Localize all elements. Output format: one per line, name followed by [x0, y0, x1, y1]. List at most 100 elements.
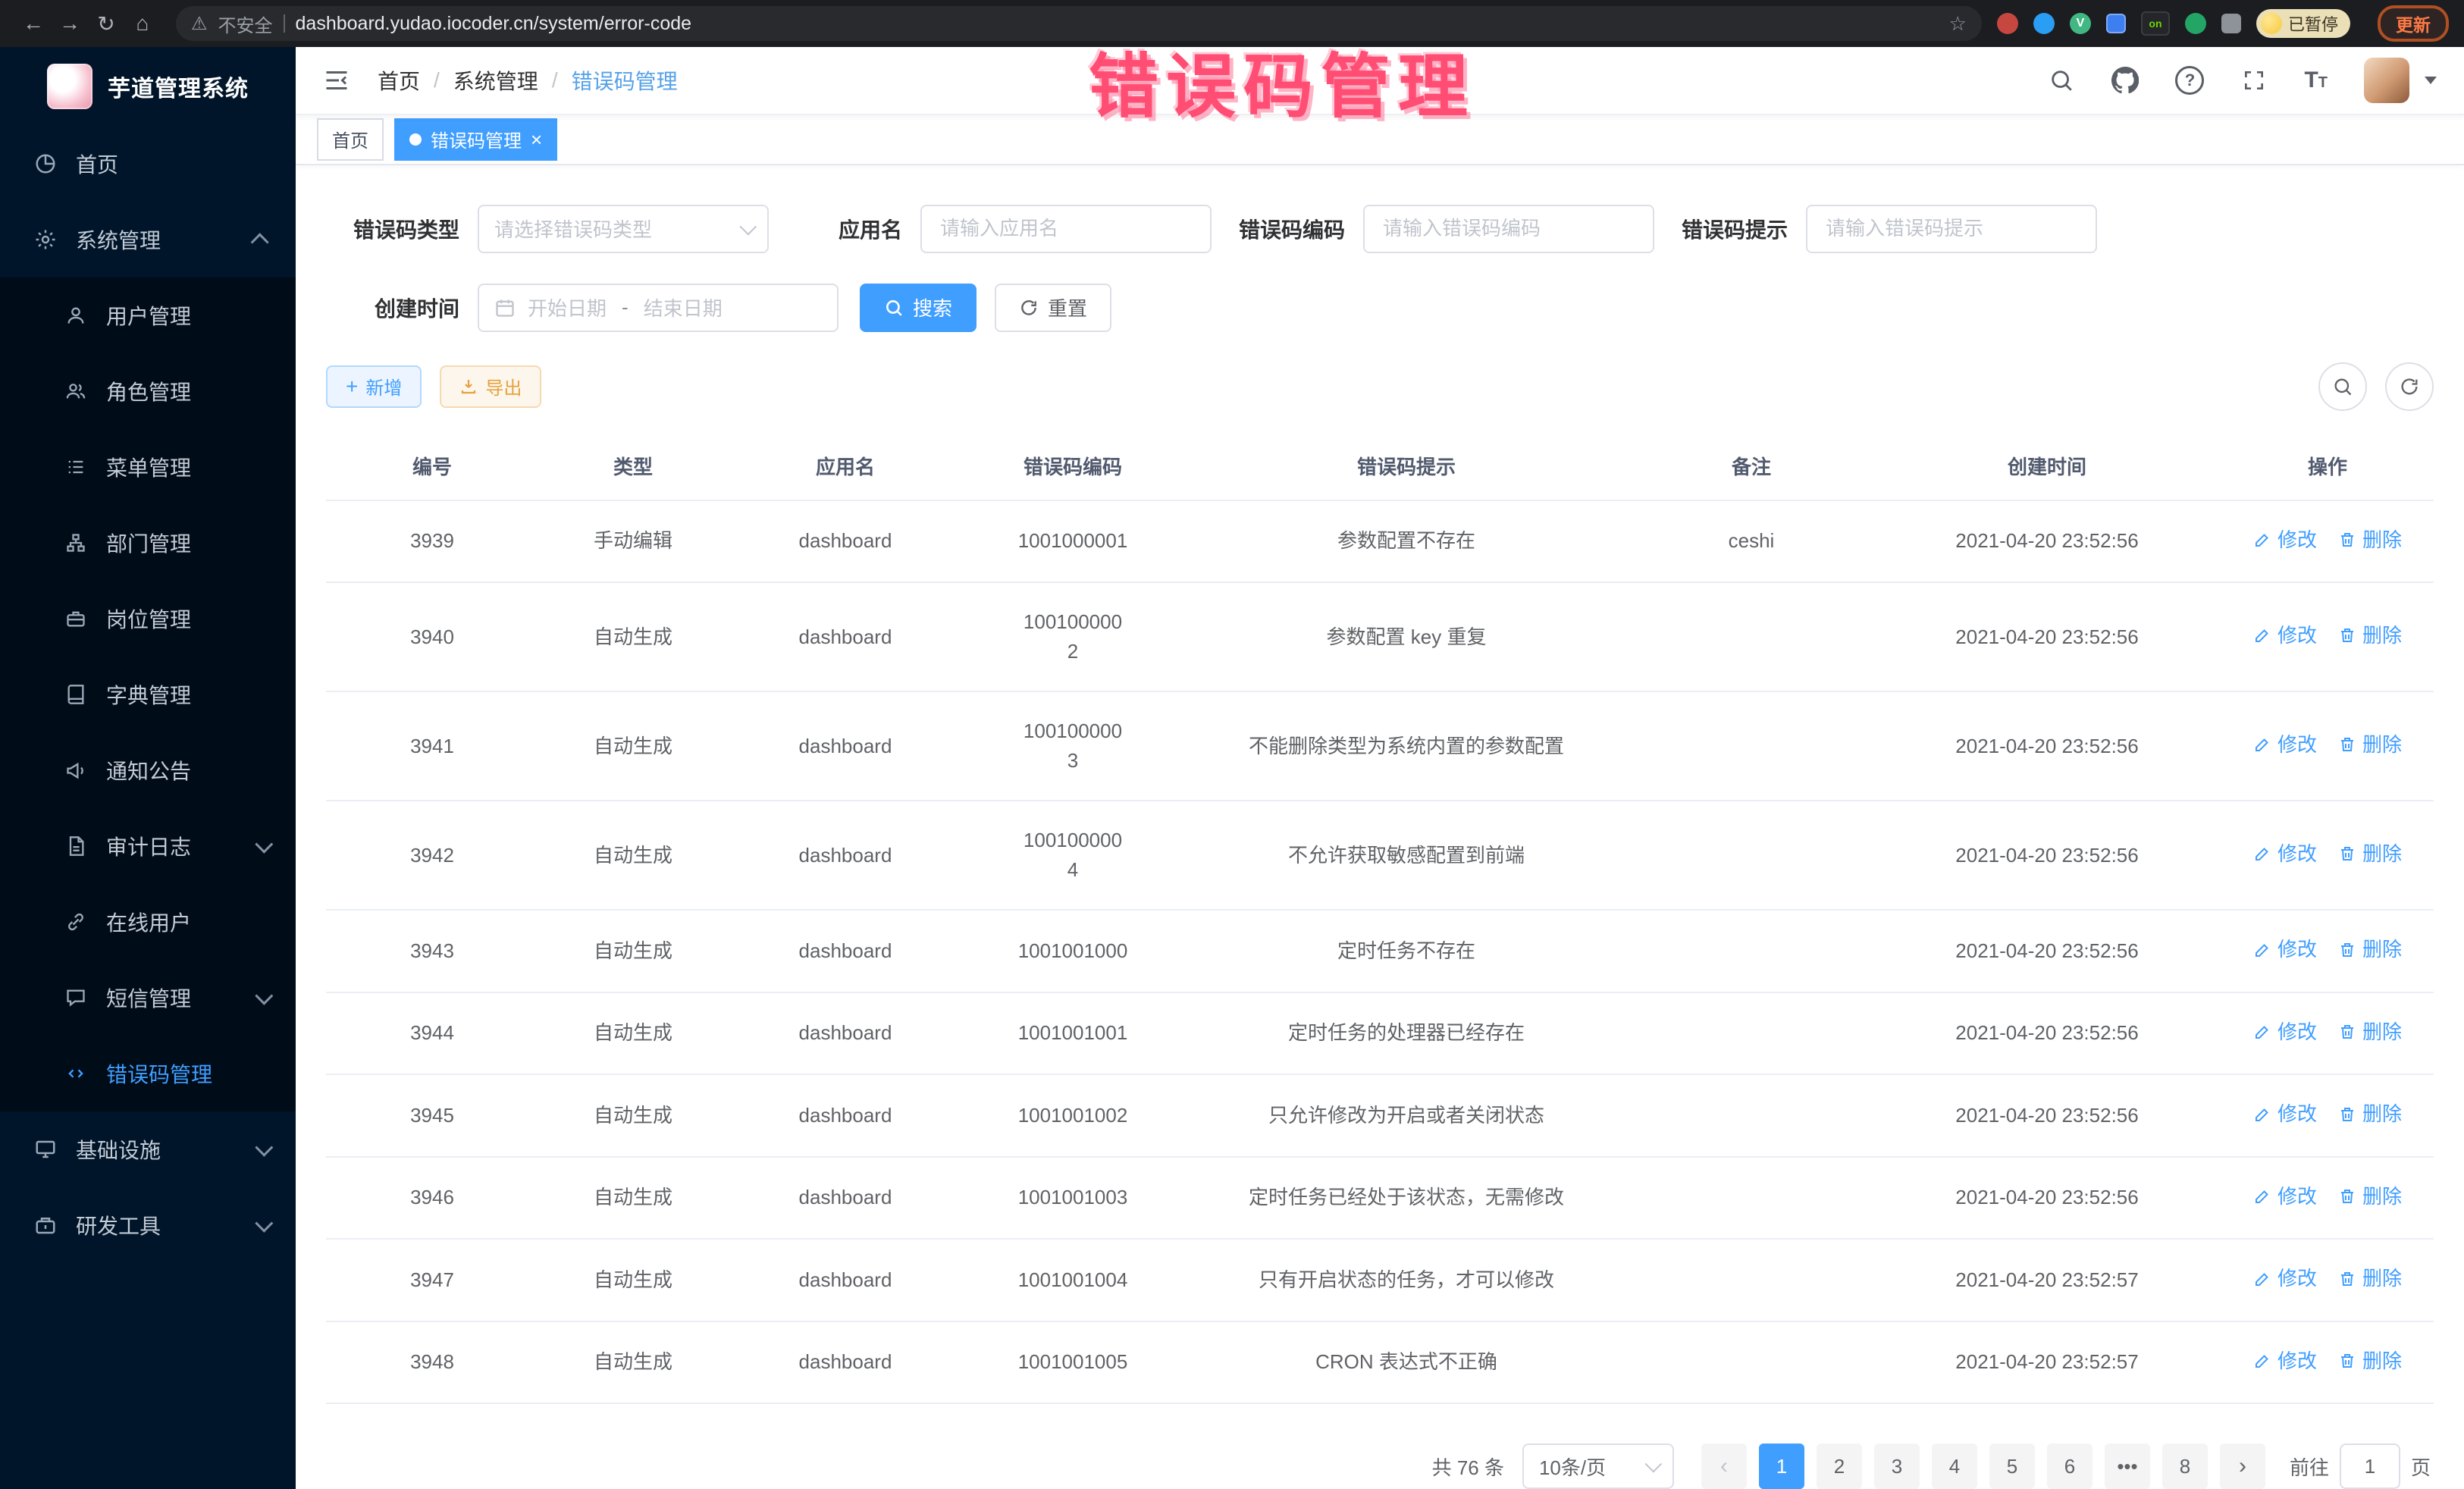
- page-number-button[interactable]: •••: [2105, 1444, 2150, 1489]
- edit-link[interactable]: 修改: [2253, 621, 2317, 650]
- page-number-button[interactable]: 8: [2162, 1444, 2208, 1489]
- hamburger-icon[interactable]: [323, 65, 353, 96]
- github-icon[interactable]: [2111, 67, 2139, 94]
- sidebar-item-departments[interactable]: 部门管理: [0, 505, 296, 581]
- sidebar-item-home[interactable]: 首页: [0, 126, 296, 202]
- vue-devtools-icon[interactable]: V: [2070, 13, 2091, 34]
- app-name-input[interactable]: [937, 215, 1195, 242]
- prev-page-button[interactable]: ‹: [1701, 1444, 1747, 1489]
- sidebar-item-dictionary[interactable]: 字典管理: [0, 657, 296, 732]
- table-row: 3941 自动生成 dashboard 100100000 3 不能删除类型为系…: [326, 691, 2434, 801]
- extension-grid-icon[interactable]: [2106, 14, 2126, 33]
- edit-link[interactable]: 修改: [2253, 1017, 2317, 1047]
- delete-link[interactable]: 删除: [2338, 839, 2402, 869]
- edit-link[interactable]: 修改: [2253, 1346, 2317, 1376]
- delete-link[interactable]: 删除: [2338, 1182, 2402, 1212]
- sidebar-item-system[interactable]: 系统管理: [0, 202, 296, 277]
- sidebar-item-infrastructure[interactable]: 基础设施: [0, 1111, 296, 1187]
- sidebar-item-notices[interactable]: 通知公告: [0, 732, 296, 808]
- page-number-button[interactable]: 3: [1874, 1444, 1920, 1489]
- delete-link[interactable]: 删除: [2338, 525, 2402, 555]
- edit-link[interactable]: 修改: [2253, 839, 2317, 869]
- extension-on-badge[interactable]: on: [2141, 11, 2170, 36]
- sidebar-item-online-users[interactable]: 在线用户: [0, 884, 296, 960]
- book-icon: [64, 682, 88, 707]
- sidebar-item-dev-tools[interactable]: 研发工具: [0, 1187, 296, 1263]
- delete-link[interactable]: 删除: [2338, 1346, 2402, 1376]
- extension-blue-icon[interactable]: [2033, 13, 2055, 34]
- cell-time: 2021-04-20 23:52:56: [1873, 801, 2221, 910]
- browser-back-icon[interactable]: ←: [15, 7, 52, 40]
- sidebar-item-audit-log[interactable]: 审计日志: [0, 808, 296, 884]
- paused-badge[interactable]: 已暂停: [2256, 9, 2350, 38]
- show-search-button[interactable]: [2318, 362, 2367, 411]
- sidebar-item-posts[interactable]: 岗位管理: [0, 581, 296, 657]
- breadcrumb-home[interactable]: 首页: [378, 65, 420, 96]
- browser-home-icon[interactable]: ⌂: [124, 7, 161, 40]
- sidebar-submenu-system: 用户管理 角色管理 菜单管理 部门管理 岗位管理: [0, 277, 296, 1111]
- extension-red-icon[interactable]: [1997, 13, 2018, 34]
- avatar-caret-icon[interactable]: [2425, 77, 2437, 84]
- next-page-button[interactable]: ›: [2220, 1444, 2265, 1489]
- page-number-button[interactable]: 4: [1932, 1444, 1977, 1489]
- close-icon[interactable]: ×: [531, 130, 542, 149]
- page-number-button[interactable]: 1: [1759, 1444, 1804, 1489]
- page-size-select[interactable]: 10条/页: [1522, 1444, 1674, 1489]
- goto-page-input[interactable]: [2340, 1444, 2400, 1489]
- cell-type: 自动生成: [538, 1157, 728, 1240]
- cell-id: 3943: [326, 910, 538, 992]
- delete-link[interactable]: 删除: [2338, 1017, 2402, 1047]
- edit-link[interactable]: 修改: [2253, 1099, 2317, 1129]
- plus-icon: +: [346, 376, 358, 397]
- reset-button[interactable]: 重置: [995, 284, 1111, 332]
- edit-link[interactable]: 修改: [2253, 1264, 2317, 1293]
- sidebar-item-menus[interactable]: 菜单管理: [0, 429, 296, 505]
- browser-forward-icon[interactable]: →: [52, 7, 88, 40]
- sidebar-item-users[interactable]: 用户管理: [0, 277, 296, 353]
- sidebar-item-sms[interactable]: 短信管理: [0, 960, 296, 1036]
- export-button[interactable]: 导出: [440, 365, 541, 408]
- cell-code: 100100000 2: [963, 582, 1183, 691]
- edit-link[interactable]: 修改: [2253, 525, 2317, 555]
- page-number-button[interactable]: 6: [2047, 1444, 2093, 1489]
- help-icon[interactable]: ?: [2175, 66, 2204, 95]
- page-number-button[interactable]: 5: [1989, 1444, 2035, 1489]
- add-button[interactable]: + 新增: [326, 365, 422, 408]
- tab-home[interactable]: 首页: [317, 118, 384, 161]
- delete-link[interactable]: 删除: [2338, 621, 2402, 650]
- bookmark-star-icon[interactable]: ☆: [1949, 12, 1967, 36]
- fullscreen-icon[interactable]: [2240, 67, 2268, 94]
- breadcrumb-system[interactable]: 系统管理: [453, 65, 538, 96]
- edit-link[interactable]: 修改: [2253, 730, 2317, 760]
- refresh-table-button[interactable]: [2385, 362, 2434, 411]
- font-size-icon[interactable]: TT: [2304, 67, 2328, 93]
- cell-app: dashboard: [728, 1074, 963, 1157]
- delete-link[interactable]: 删除: [2338, 730, 2402, 760]
- app-logo[interactable]: 芋道管理系统: [0, 47, 296, 126]
- search-button[interactable]: 搜索: [860, 284, 977, 332]
- search-icon[interactable]: [2048, 67, 2075, 94]
- error-type-select[interactable]: 请选择错误码类型: [478, 205, 769, 253]
- sidebar-item-roles[interactable]: 角色管理: [0, 353, 296, 429]
- puzzle-icon[interactable]: [2221, 14, 2241, 33]
- update-button[interactable]: 更新: [2378, 5, 2449, 42]
- extension-green-icon[interactable]: [2185, 13, 2206, 34]
- chevron-down-icon: [255, 835, 273, 853]
- browser-reload-icon[interactable]: ↻: [88, 7, 124, 40]
- address-bar[interactable]: ⚠ 不安全 dashboard.yudao.iocoder.cn/system/…: [176, 6, 1982, 41]
- page-number-button[interactable]: 2: [1817, 1444, 1862, 1489]
- error-hint-input[interactable]: [1823, 215, 2080, 242]
- delete-link[interactable]: 删除: [2338, 935, 2402, 964]
- date-range-picker[interactable]: 开始日期 - 结束日期: [478, 284, 839, 332]
- error-code-input[interactable]: [1380, 215, 1638, 242]
- sidebar-item-label: 用户管理: [106, 300, 191, 331]
- security-label[interactable]: 不安全: [218, 11, 273, 37]
- sidebar-item-error-code[interactable]: 错误码管理: [0, 1036, 296, 1111]
- user-avatar[interactable]: [2364, 58, 2409, 103]
- edit-link[interactable]: 修改: [2253, 1182, 2317, 1212]
- url-text[interactable]: dashboard.yudao.iocoder.cn/system/error-…: [296, 13, 692, 35]
- tab-error-code[interactable]: 错误码管理 ×: [394, 118, 557, 161]
- delete-link[interactable]: 删除: [2338, 1099, 2402, 1129]
- edit-link[interactable]: 修改: [2253, 935, 2317, 964]
- delete-link[interactable]: 删除: [2338, 1264, 2402, 1293]
